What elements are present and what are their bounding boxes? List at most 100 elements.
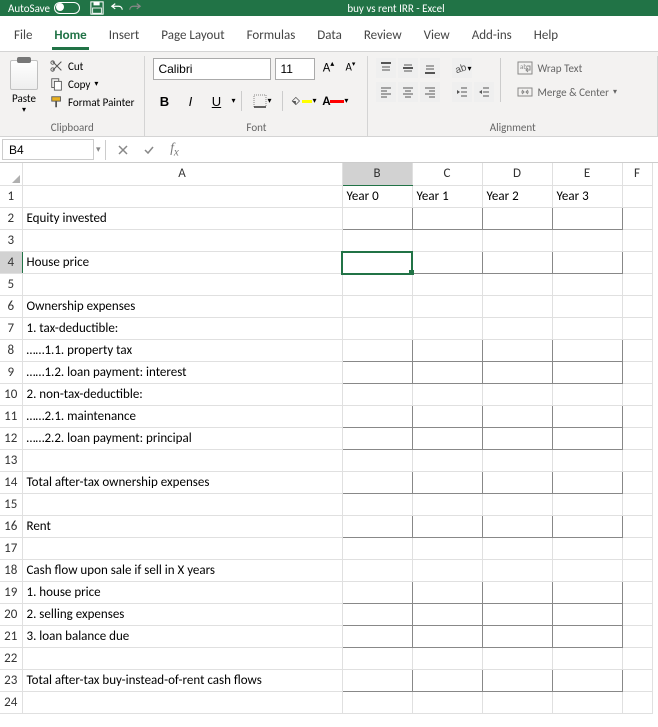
cell[interactable] <box>342 296 412 318</box>
tab-review[interactable]: Review <box>362 24 404 47</box>
increase-font-icon[interactable]: A▴ <box>319 58 337 78</box>
cell[interactable]: Year 2 <box>482 186 552 208</box>
cell[interactable] <box>22 692 342 714</box>
cell[interactable] <box>342 692 412 714</box>
orientation-button[interactable]: ab▾ <box>452 58 472 78</box>
grid[interactable]: A B C D E F 1 Year 0 Year 1 Year 2 Year … <box>0 163 653 714</box>
cell[interactable] <box>552 296 622 318</box>
cell[interactable] <box>552 670 622 692</box>
row-header[interactable]: 10 <box>0 384 22 406</box>
cell[interactable]: ……1.2. loan payment: interest <box>22 362 342 384</box>
cell[interactable] <box>412 274 482 296</box>
cell[interactable] <box>552 318 622 340</box>
row-header[interactable]: 3 <box>0 230 22 252</box>
italic-button[interactable]: I <box>179 90 201 112</box>
cell[interactable] <box>342 318 412 340</box>
cell[interactable] <box>622 582 652 604</box>
cell[interactable] <box>552 428 622 450</box>
cell[interactable] <box>622 208 652 230</box>
cell[interactable] <box>622 604 652 626</box>
cell[interactable] <box>622 670 652 692</box>
fill-color-button[interactable]: ▾ <box>289 90 317 112</box>
row-header[interactable]: 22 <box>0 648 22 670</box>
underline-button[interactable]: U <box>205 90 227 112</box>
cell[interactable]: Total after-tax buy-instead-of-rent cash… <box>22 670 342 692</box>
cell[interactable] <box>412 230 482 252</box>
autosave-toggle[interactable]: AutoSave <box>8 2 80 15</box>
cell[interactable] <box>622 318 652 340</box>
tab-help[interactable]: Help <box>532 24 560 47</box>
cell[interactable]: 3. loan balance due <box>22 626 342 648</box>
font-size-input[interactable] <box>275 58 315 80</box>
row-header[interactable]: 24 <box>0 692 22 714</box>
cell[interactable] <box>412 472 482 494</box>
row-header[interactable]: 8 <box>0 340 22 362</box>
cell[interactable]: Year 0 <box>342 186 412 208</box>
cell[interactable] <box>622 626 652 648</box>
tab-insert[interactable]: Insert <box>107 24 142 47</box>
cell[interactable] <box>482 516 552 538</box>
cell[interactable] <box>482 450 552 472</box>
cell[interactable] <box>342 648 412 670</box>
font-color-button[interactable]: A ▾ <box>321 90 349 112</box>
cell[interactable] <box>412 560 482 582</box>
cell[interactable] <box>412 208 482 230</box>
cell[interactable] <box>622 274 652 296</box>
cell[interactable]: House price <box>22 252 342 274</box>
cell[interactable] <box>342 516 412 538</box>
cell[interactable] <box>622 428 652 450</box>
cell[interactable] <box>412 604 482 626</box>
row-header[interactable]: 4 <box>0 252 22 274</box>
cell[interactable] <box>552 406 622 428</box>
row-header[interactable]: 11 <box>0 406 22 428</box>
cell[interactable]: Rent <box>22 516 342 538</box>
cell[interactable] <box>482 252 552 274</box>
decrease-indent-button[interactable] <box>452 82 472 102</box>
cell[interactable] <box>482 648 552 670</box>
cell[interactable] <box>342 428 412 450</box>
cell[interactable] <box>482 340 552 362</box>
cell[interactable] <box>482 560 552 582</box>
align-bottom-button[interactable] <box>420 58 440 78</box>
cell[interactable] <box>22 450 342 472</box>
cell[interactable] <box>342 450 412 472</box>
cell[interactable] <box>482 406 552 428</box>
tab-home[interactable]: Home <box>52 24 88 50</box>
cell[interactable] <box>552 582 622 604</box>
cell[interactable]: Ownership expenses <box>22 296 342 318</box>
cell[interactable] <box>342 406 412 428</box>
cell[interactable] <box>412 582 482 604</box>
col-header-D[interactable]: D <box>482 163 552 186</box>
cell[interactable] <box>342 670 412 692</box>
cell[interactable] <box>482 582 552 604</box>
cell[interactable] <box>342 230 412 252</box>
font-name-input[interactable] <box>153 58 271 80</box>
cut-button[interactable]: Cut <box>48 58 136 74</box>
cell[interactable] <box>22 274 342 296</box>
tab-addins[interactable]: Add-ins <box>470 24 514 47</box>
cell[interactable] <box>622 450 652 472</box>
cell[interactable] <box>412 538 482 560</box>
col-header-A[interactable]: A <box>22 163 342 186</box>
enter-formula-button[interactable] <box>136 139 162 161</box>
cell[interactable] <box>482 626 552 648</box>
cell[interactable] <box>412 296 482 318</box>
cell-active[interactable] <box>342 252 412 274</box>
cell[interactable] <box>412 318 482 340</box>
cell[interactable] <box>342 582 412 604</box>
cell[interactable]: ……1.1. property tax <box>22 340 342 362</box>
cell[interactable] <box>552 208 622 230</box>
cell[interactable]: ……2.1. maintenance <box>22 406 342 428</box>
undo-icon[interactable] <box>110 1 124 15</box>
cell[interactable] <box>412 252 482 274</box>
cell[interactable] <box>622 692 652 714</box>
cell[interactable] <box>22 538 342 560</box>
cell[interactable] <box>622 252 652 274</box>
cell[interactable] <box>412 648 482 670</box>
chevron-down-icon[interactable]: ▾ <box>231 96 235 106</box>
row-header[interactable]: 16 <box>0 516 22 538</box>
cell[interactable] <box>412 692 482 714</box>
align-left-button[interactable] <box>376 82 396 102</box>
tab-view[interactable]: View <box>422 24 452 47</box>
insert-function-button[interactable]: fx <box>162 139 188 161</box>
